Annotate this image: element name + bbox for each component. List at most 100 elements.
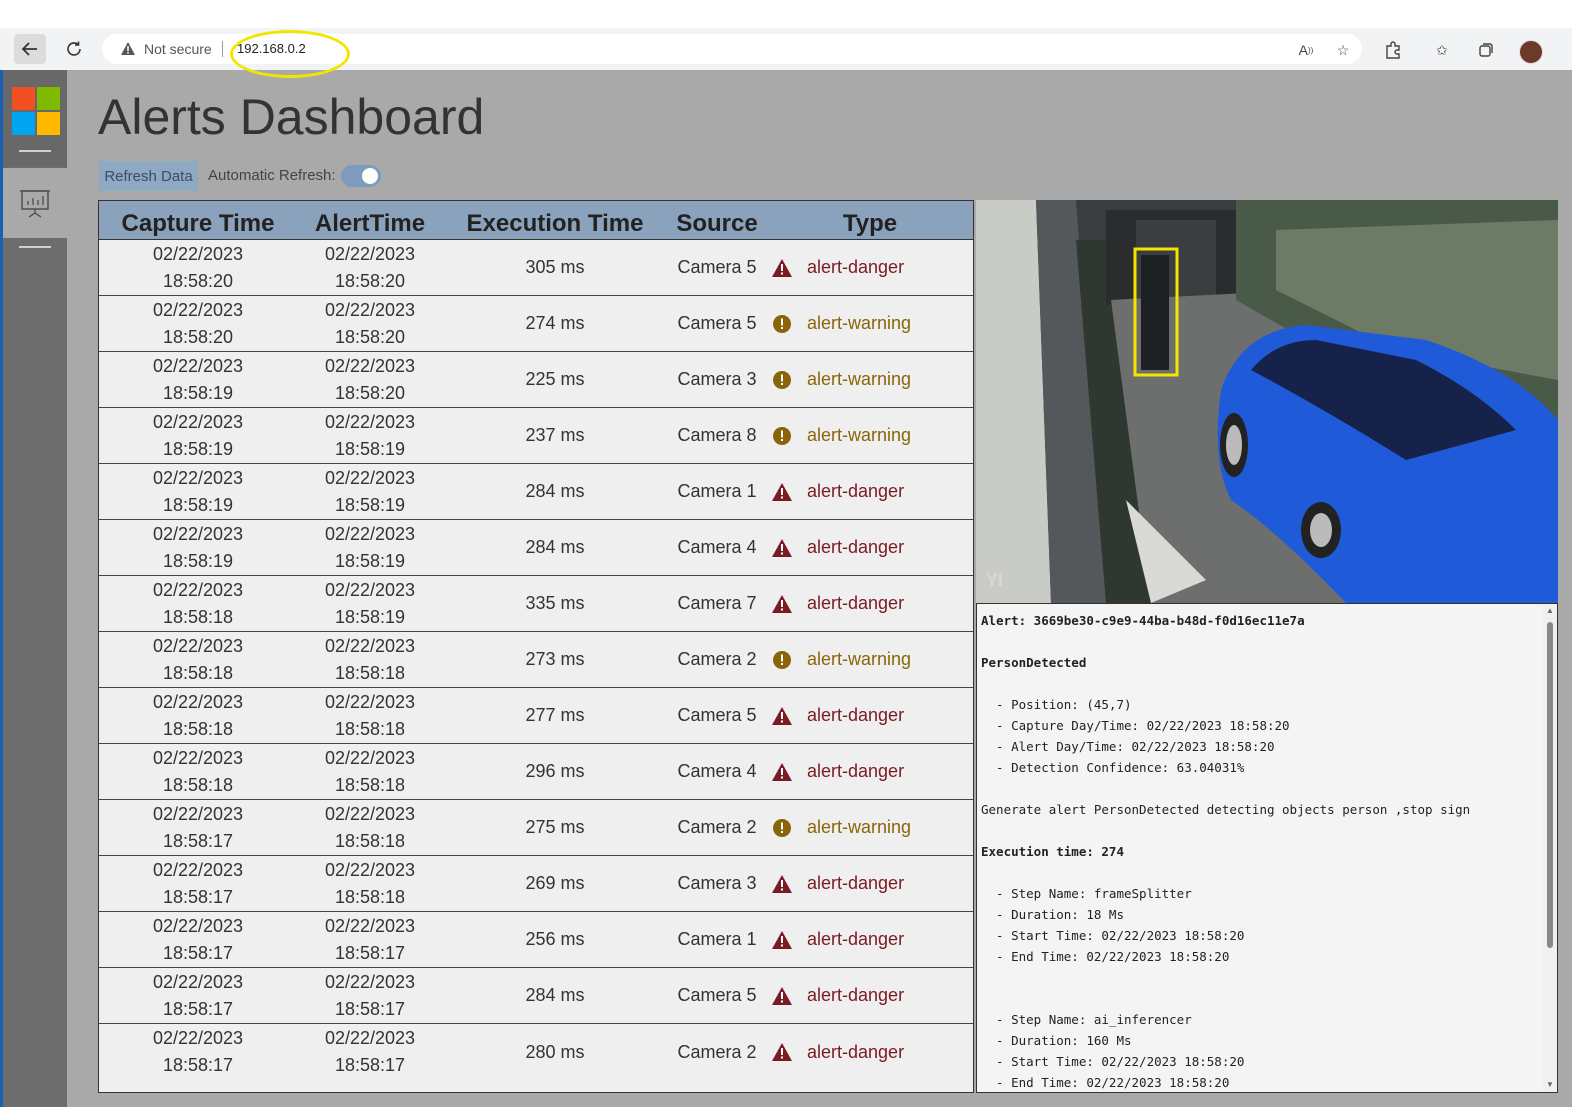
table-row[interactable]: 02/22/2023 18:58:17 02/22/2023 18:58:17 284 … — [99, 968, 973, 1024]
alert-detail-pane[interactable]: Alert: 3669be30-c9e9-44ba-b48d-f0d16ec11… — [976, 603, 1558, 1093]
warning-circle-icon — [771, 649, 793, 671]
capture-date: 02/22/2023 — [152, 691, 244, 712]
read-aloud-icon[interactable]: A)) — [1296, 40, 1316, 60]
table-row[interactable]: 02/22/2023 18:58:18 02/22/2023 18:58:18 296 … — [99, 744, 973, 800]
scroll-thumb[interactable] — [1547, 622, 1553, 948]
table-row[interactable]: 02/22/2023 18:58:18 02/22/2023 18:58:18 277 … — [99, 688, 973, 744]
table-row[interactable]: 02/22/2023 18:58:20 02/22/2023 18:58:20 274 … — [99, 296, 973, 352]
browser-tab-strip — [0, 0, 1572, 28]
execution-time-cell: 269 ms — [525, 873, 585, 893]
type-cell: alert-warning — [767, 296, 973, 351]
alert-time: 18:58:18 — [334, 718, 406, 739]
type-label: alert-danger — [807, 257, 905, 277]
detail-scrollbar[interactable]: ▲ ▼ — [1543, 604, 1557, 1092]
capture-date: 02/22/2023 — [152, 859, 244, 880]
source-cell: Camera 5 — [677, 985, 757, 1005]
table-row[interactable]: 02/22/2023 18:58:17 02/22/2023 18:58:17 256 … — [99, 912, 973, 968]
source-cell: Camera 8 — [677, 425, 757, 445]
table-row[interactable]: 02/22/2023 18:58:17 02/22/2023 18:58:17 280 … — [99, 1024, 973, 1080]
capture-time: 18:58:18 — [162, 606, 234, 627]
security-label[interactable]: Not secure — [144, 41, 212, 57]
type-cell: alert-warning — [767, 352, 973, 407]
execution-time-cell: 256 ms — [525, 929, 585, 949]
capture-date: 02/22/2023 — [152, 299, 244, 320]
type-cell: alert-danger — [767, 240, 973, 295]
alert-time: 18:58:17 — [334, 1055, 406, 1075]
alert-time: 18:58:20 — [334, 326, 406, 347]
table-row[interactable]: 02/22/2023 18:58:18 02/22/2023 18:58:18 273 … — [99, 632, 973, 688]
detail-capture-time: - Capture Day/Time: 02/22/2023 18:58:20 — [981, 718, 1290, 733]
alert-date: 02/22/2023 — [324, 355, 416, 376]
alert-time: 18:58:17 — [334, 998, 406, 1019]
camera-watermark: YI — [986, 570, 1003, 590]
capture-date: 02/22/2023 — [152, 971, 244, 992]
alert-time-cell: 02/22/2023 18:58:17 — [297, 968, 443, 1023]
alert-time-cell: 02/22/2023 18:58:19 — [297, 576, 443, 631]
table-row[interactable]: 02/22/2023 18:58:19 02/22/2023 18:58:19 284 … — [99, 464, 973, 520]
left-nav-rail — [3, 70, 67, 1107]
danger-triangle-icon — [771, 705, 793, 727]
source-cell: Camera 4 — [677, 761, 757, 781]
collections-icon[interactable] — [1476, 40, 1496, 60]
presentation-chart-icon — [20, 190, 50, 218]
favorites-icon[interactable]: ✩ — [1432, 40, 1452, 60]
danger-triangle-icon — [771, 761, 793, 783]
alert-time-cell: 02/22/2023 18:58:19 — [297, 464, 443, 519]
back-button[interactable] — [14, 34, 46, 64]
type-cell: alert-danger — [767, 744, 973, 799]
refresh-data-button[interactable]: Refresh Data — [99, 161, 198, 191]
type-cell: alert-danger — [767, 576, 973, 631]
capture-time: 18:58:19 — [162, 494, 234, 515]
extensions-icon[interactable] — [1383, 40, 1403, 60]
type-cell: alert-danger — [767, 464, 973, 519]
step1-name: - Step Name: frameSplitter — [981, 886, 1192, 901]
favorite-add-icon[interactable]: ☆ — [1333, 40, 1353, 60]
alert-date: 02/22/2023 — [324, 523, 416, 544]
table-row[interactable]: 02/22/2023 18:58:17 02/22/2023 18:58:18 275 … — [99, 800, 973, 856]
execution-time-cell: 296 ms — [525, 761, 585, 781]
type-cell: alert-danger — [767, 688, 973, 743]
table-body: 02/22/2023 18:58:20 02/22/2023 18:58:20 305 … — [99, 240, 973, 1080]
step2-name: - Step Name: ai_inferencer — [981, 1012, 1192, 1027]
reload-button[interactable] — [58, 34, 90, 64]
source-cell: Camera 5 — [677, 257, 757, 277]
capture-date: 02/22/2023 — [152, 915, 244, 936]
alert-date: 02/22/2023 — [324, 299, 416, 320]
page-title: Alerts Dashboard — [98, 89, 485, 145]
table-row[interactable]: 02/22/2023 18:58:18 02/22/2023 18:58:19 335 … — [99, 576, 973, 632]
alert-date: 02/22/2023 — [324, 971, 416, 992]
alert-time: 18:58:19 — [334, 550, 406, 571]
type-cell: alert-warning — [767, 632, 973, 687]
alert-date: 02/22/2023 — [324, 1028, 416, 1048]
scroll-down-icon[interactable]: ▼ — [1546, 1081, 1554, 1089]
table-row[interactable]: 02/22/2023 18:58:19 02/22/2023 18:58:19 284 … — [99, 520, 973, 576]
alert-id-line: Alert: 3669be30-c9e9-44ba-b48d-f0d16ec11… — [981, 613, 1305, 628]
header-execution-time: Execution Time — [466, 210, 644, 237]
microsoft-logo — [12, 87, 60, 135]
alert-date: 02/22/2023 — [324, 243, 416, 264]
table-row[interactable]: 02/22/2023 18:58:19 02/22/2023 18:58:20 225 … — [99, 352, 973, 408]
source-cell: Camera 1 — [677, 481, 757, 501]
table-row[interactable]: 02/22/2023 18:58:17 02/22/2023 18:58:18 269 … — [99, 856, 973, 912]
profile-avatar[interactable] — [1519, 40, 1543, 64]
capture-time-cell: 02/22/2023 18:58:19 — [99, 352, 297, 407]
warning-circle-icon — [771, 817, 793, 839]
alert-time: 18:58:20 — [334, 382, 406, 403]
alert-time: 18:58:19 — [334, 438, 406, 459]
capture-time-cell: 02/22/2023 18:58:19 — [99, 464, 297, 519]
header-type: Type — [842, 210, 898, 237]
source-cell: Camera 3 — [677, 369, 757, 389]
execution-time-cell: 284 ms — [525, 537, 585, 557]
capture-date: 02/22/2023 — [152, 243, 244, 264]
rail-divider — [19, 246, 51, 248]
detail-generate-line: Generate alert PersonDetected detecting … — [981, 802, 1471, 817]
capture-time-cell: 02/22/2023 18:58:20 — [99, 240, 297, 295]
capture-date: 02/22/2023 — [152, 411, 244, 432]
capture-time: 18:58:19 — [162, 550, 234, 571]
scroll-up-icon[interactable]: ▲ — [1546, 607, 1554, 615]
table-row[interactable]: 02/22/2023 18:58:20 02/22/2023 18:58:20 305 … — [99, 240, 973, 296]
danger-triangle-icon — [771, 537, 793, 559]
table-row[interactable]: 02/22/2023 18:58:19 02/22/2023 18:58:19 237 … — [99, 408, 973, 464]
auto-refresh-toggle[interactable] — [341, 165, 381, 187]
nav-item-dashboard[interactable] — [3, 168, 67, 238]
